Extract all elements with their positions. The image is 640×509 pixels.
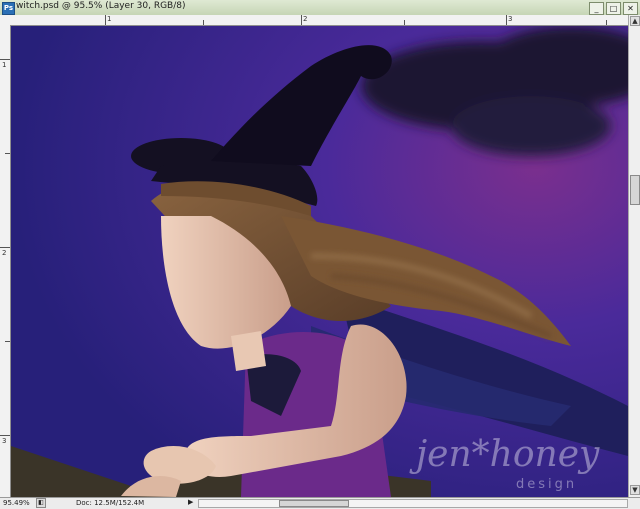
ruler-tick	[5, 153, 10, 154]
close-button[interactable]: ✕	[623, 2, 638, 15]
vertical-ruler[interactable]: 1 2 3	[0, 25, 11, 497]
ruler-tick	[5, 341, 10, 342]
status-bar: 95.49% ◧ Doc: 12.5M/152.4M ▶	[0, 497, 640, 509]
status-menu-arrow[interactable]: ▶	[188, 498, 193, 506]
ruler-label: 3	[2, 437, 7, 445]
ruler-tick	[301, 15, 302, 25]
zoom-level[interactable]: 95.49%	[3, 499, 30, 507]
ruler-tick	[0, 59, 10, 60]
horizontal-scrollbar[interactable]	[198, 499, 628, 508]
maximize-button[interactable]: □	[606, 2, 621, 15]
ruler-label: 3	[508, 15, 513, 23]
scroll-up-button[interactable]: ▲	[630, 16, 640, 26]
horizontal-ruler[interactable]: 1 2 3	[0, 15, 628, 26]
witch-painting: jen*honey design	[11, 26, 628, 497]
minimize-button[interactable]: _	[589, 2, 604, 15]
vertical-scroll-thumb[interactable]	[630, 175, 640, 205]
ruler-tick	[0, 247, 10, 248]
document-info-icon[interactable]: ◧	[36, 498, 46, 508]
ruler-label: 1	[107, 15, 112, 23]
ruler-tick	[203, 20, 204, 25]
scroll-down-button[interactable]: ▼	[630, 485, 640, 495]
ruler-tick	[606, 20, 607, 25]
ruler-tick	[404, 20, 405, 25]
document-canvas[interactable]: jen*honey design	[11, 26, 628, 497]
ruler-tick	[105, 15, 106, 25]
ruler-tick	[506, 15, 507, 25]
ruler-label: 1	[2, 61, 7, 69]
window-title: witch.psd @ 95.5% (Layer 30, RGB/8)	[16, 1, 186, 11]
title-bar[interactable]: Ps witch.psd @ 95.5% (Layer 30, RGB/8) _…	[0, 0, 640, 16]
watermark-subtitle: design	[516, 477, 577, 492]
document-size: Doc: 12.5M/152.4M	[76, 499, 145, 507]
horizontal-scroll-thumb[interactable]	[279, 500, 349, 507]
photoshop-doc-icon: Ps	[2, 2, 15, 15]
vertical-scrollbar[interactable]: ▲ ▼	[628, 15, 640, 497]
ruler-label: 2	[303, 15, 308, 23]
watermark-name: jen*honey	[409, 434, 600, 475]
ruler-label: 2	[2, 249, 7, 257]
ruler-tick	[0, 435, 10, 436]
